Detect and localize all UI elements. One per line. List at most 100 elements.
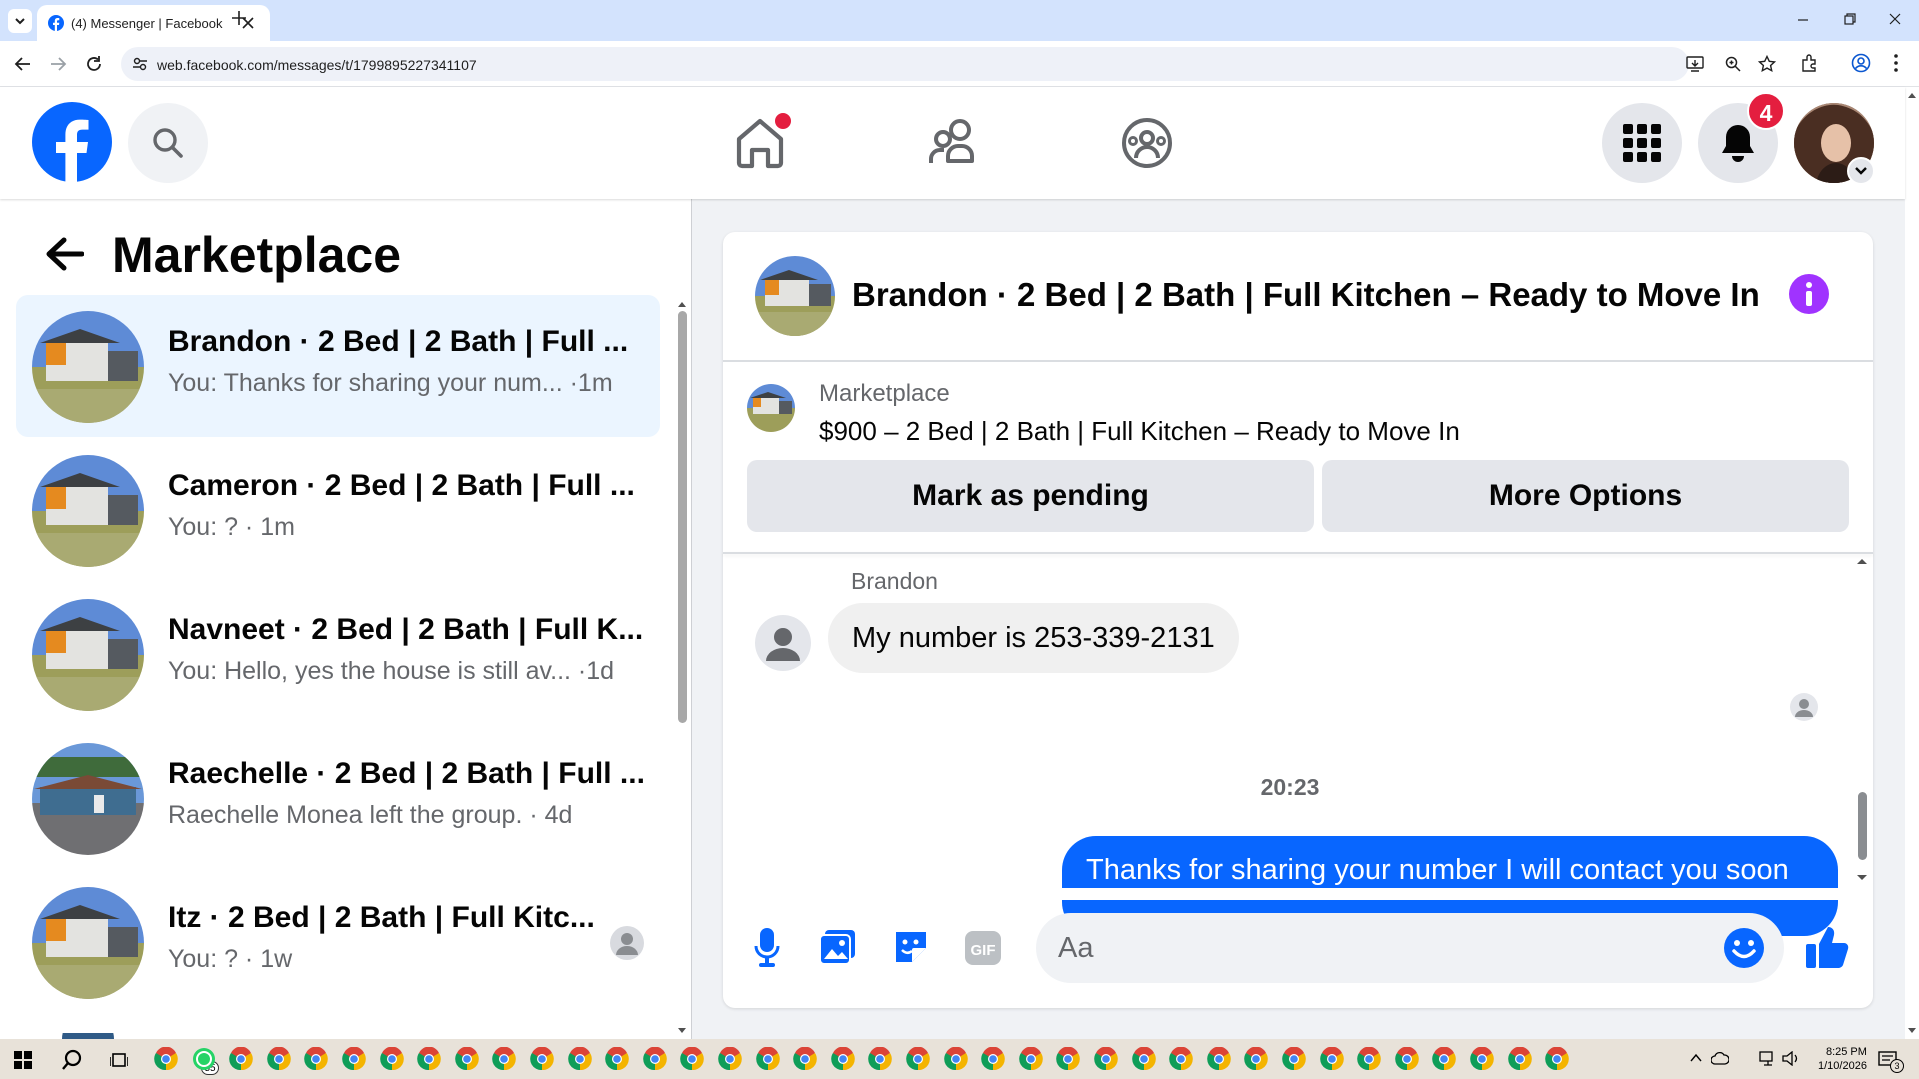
chrome-taskbar-icon[interactable] <box>1094 1047 1118 1071</box>
more-options-button[interactable]: More Options <box>1322 460 1849 532</box>
sticker-icon[interactable] <box>892 928 930 966</box>
chrome-taskbar-icon[interactable] <box>793 1047 817 1071</box>
profile-icon[interactable] <box>1851 53 1871 73</box>
page-scroll-up-icon[interactable] <box>1907 91 1917 99</box>
conversation-item-itz[interactable]: Itz · 2 Bed | 2 Bath | Full Kitc... You:… <box>16 871 660 1013</box>
listing-thumbnail-small[interactable] <box>747 384 795 432</box>
chrome-taskbar-icon[interactable] <box>1319 1047 1344 1071</box>
mark-as-pending-button[interactable]: Mark as pending <box>747 460 1314 532</box>
chrome-taskbar-icon[interactable] <box>530 1047 554 1071</box>
conversation-item-navneet[interactable]: Navneet · 2 Bed | 2 Bath | Full K... You… <box>16 583 660 725</box>
chrome-taskbar-icon[interactable] <box>492 1047 517 1071</box>
tab-search-icon[interactable] <box>8 9 32 33</box>
chrome-taskbar-icon[interactable] <box>342 1047 366 1071</box>
chrome-taskbar-icon[interactable] <box>943 1047 968 1071</box>
show-hidden-icons-icon[interactable] <box>1690 1053 1702 1063</box>
chrome-taskbar-icon[interactable] <box>680 1047 705 1071</box>
chrome-taskbar-icon[interactable] <box>1056 1047 1081 1071</box>
bookmark-star-icon[interactable] <box>1758 55 1776 73</box>
friends-icon[interactable] <box>928 117 980 169</box>
photo-icon[interactable] <box>819 928 857 966</box>
back-arrow-icon[interactable] <box>44 236 84 272</box>
microphone-icon[interactable] <box>754 928 780 968</box>
chrome-taskbar-icon[interactable] <box>1394 1047 1419 1071</box>
browser-menu-icon[interactable] <box>1893 53 1899 73</box>
chrome-taskbar-icon[interactable] <box>1244 1047 1269 1071</box>
taskbar-search-icon[interactable] <box>61 1049 83 1071</box>
page-scroll-down-icon[interactable] <box>1907 1027 1917 1035</box>
account-dropdown[interactable] <box>1847 157 1875 185</box>
chrome-taskbar-icon[interactable] <box>1282 1047 1306 1071</box>
left-scrollbar-thumb[interactable] <box>678 311 687 723</box>
facebook-logo-icon[interactable] <box>32 102 112 182</box>
scroll-up-arrow-icon[interactable] <box>677 300 687 308</box>
groups-icon[interactable] <box>1120 116 1174 170</box>
close-window-icon[interactable] <box>1889 13 1901 25</box>
chrome-taskbar-icon[interactable] <box>755 1047 780 1071</box>
windows-start-icon[interactable] <box>14 1051 32 1069</box>
message-input[interactable] <box>1058 913 1678 983</box>
chat-listing-avatar[interactable] <box>755 256 835 336</box>
chrome-taskbar-icon[interactable] <box>304 1047 329 1071</box>
listing-title[interactable]: $900 – 2 Bed | 2 Bath | Full Kitchen – R… <box>819 416 1460 447</box>
reload-icon[interactable] <box>84 54 104 74</box>
chrome-taskbar-icon[interactable] <box>229 1047 253 1071</box>
chat-title[interactable]: Brandon · 2 Bed | 2 Bath | Full Kitchen … <box>852 276 1760 314</box>
search-button[interactable] <box>128 103 208 183</box>
message-composer[interactable] <box>1036 913 1784 983</box>
conversation-item-raechelle[interactable]: Raechelle · 2 Bed | 2 Bath | Full ... Ra… <box>16 727 660 869</box>
back-icon[interactable] <box>13 54 33 74</box>
chrome-taskbar-icon[interactable] <box>1131 1047 1156 1071</box>
chrome-taskbar-icon[interactable] <box>642 1047 667 1071</box>
chrome-taskbar-icon[interactable] <box>379 1047 404 1071</box>
chrome-taskbar-icon[interactable] <box>266 1047 291 1071</box>
chrome-taskbar-icon[interactable] <box>906 1047 930 1071</box>
chrome-taskbar-icon[interactable] <box>830 1047 855 1071</box>
chrome-taskbar-icon[interactable] <box>154 1047 178 1071</box>
chrome-taskbar-icon[interactable] <box>868 1047 893 1071</box>
volume-icon[interactable] <box>1782 1051 1800 1066</box>
page-scrollbar[interactable] <box>1905 87 1919 1039</box>
chrome-taskbar-icon[interactable] <box>1169 1047 1193 1071</box>
chat-scrollbar-thumb[interactable] <box>1858 792 1867 860</box>
task-view-icon[interactable] <box>110 1051 128 1069</box>
thumbs-up-icon[interactable] <box>1805 925 1849 969</box>
chrome-taskbar-icon[interactable] <box>454 1047 479 1071</box>
chrome-taskbar-icon[interactable] <box>417 1047 441 1071</box>
new-tab-icon[interactable] <box>230 9 248 27</box>
scroll-down-arrow-icon[interactable] <box>677 1027 687 1035</box>
sender-avatar-icon[interactable] <box>755 615 811 671</box>
chrome-taskbar-icon[interactable] <box>1018 1047 1043 1071</box>
chrome-taskbar-icon[interactable] <box>1432 1047 1457 1071</box>
zoom-icon[interactable] <box>1725 56 1741 72</box>
chrome-taskbar-icon[interactable] <box>981 1047 1005 1071</box>
extensions-icon[interactable] <box>1800 54 1818 72</box>
url-field[interactable]: web.facebook.com/messages/t/179989522734… <box>121 47 1776 81</box>
incoming-message[interactable]: My number is 253-339-2131 <box>828 603 1239 673</box>
restore-icon[interactable] <box>1844 13 1856 25</box>
info-icon[interactable] <box>1789 274 1829 314</box>
chrome-taskbar-icon[interactable] <box>718 1047 742 1071</box>
forward-icon[interactable] <box>48 54 68 74</box>
site-info-icon[interactable] <box>132 56 148 72</box>
chrome-taskbar-icon[interactable] <box>605 1047 629 1071</box>
onedrive-icon[interactable] <box>1711 1052 1729 1065</box>
network-icon[interactable] <box>1759 1051 1777 1066</box>
conversation-item-brandon[interactable]: Brandon · 2 Bed | 2 Bath | Full ... You:… <box>16 295 660 437</box>
menu-button[interactable] <box>1602 103 1682 183</box>
chat-scroll-up-icon[interactable] <box>1856 557 1868 565</box>
chat-scroll-down-icon[interactable] <box>1856 874 1868 882</box>
chrome-taskbar-icon[interactable] <box>1357 1047 1381 1071</box>
conversation-item-cameron[interactable]: Cameron · 2 Bed | 2 Bath | Full ... You:… <box>16 439 660 581</box>
gif-icon[interactable]: GIF <box>964 930 1002 966</box>
chrome-taskbar-icon[interactable] <box>1206 1047 1231 1071</box>
chrome-taskbar-icon[interactable] <box>1470 1047 1494 1071</box>
chrome-taskbar-icon[interactable] <box>1507 1047 1532 1071</box>
chrome-taskbar-icon[interactable] <box>567 1047 592 1071</box>
install-app-icon[interactable] <box>1686 56 1704 72</box>
chrome-taskbar-icon[interactable] <box>1545 1047 1569 1071</box>
clock[interactable]: 8:25 PM 1/10/2026 <box>1818 1045 1867 1073</box>
whatsapp-taskbar-icon[interactable] <box>192 1047 216 1071</box>
emoji-icon[interactable] <box>1724 928 1764 968</box>
minimize-icon[interactable] <box>1797 14 1809 26</box>
